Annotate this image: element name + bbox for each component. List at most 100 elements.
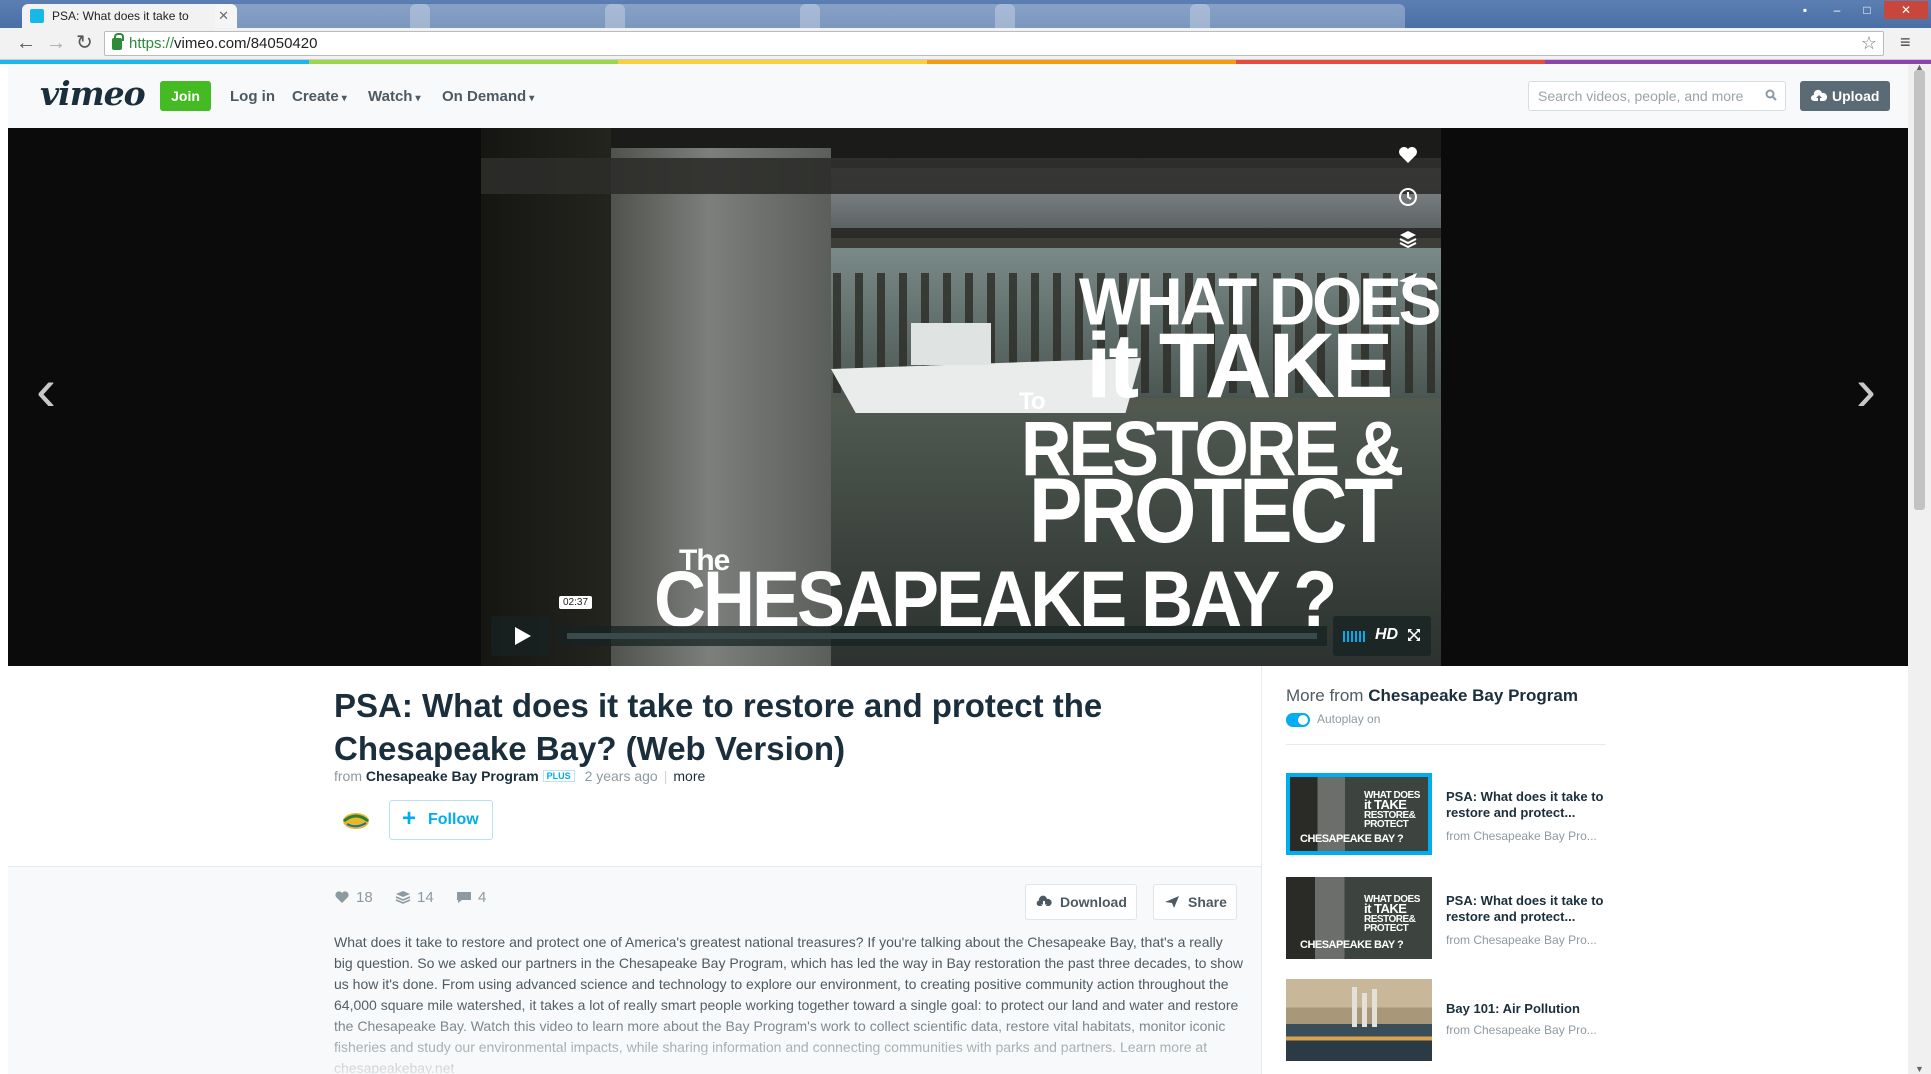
share-button-player[interactable]	[1391, 264, 1425, 298]
divider	[1286, 744, 1606, 745]
upload-age: 2 years ago	[584, 768, 658, 784]
forward-arrow-icon[interactable]: →	[46, 32, 66, 54]
related-video-thumbnail[interactable]	[1286, 979, 1432, 1061]
user-icon[interactable]: ▪	[1790, 1, 1820, 19]
nav-on-demand[interactable]: On Demand ▾	[442, 88, 534, 105]
related-video-title[interactable]: PSA: What does it take to restore and pr…	[1446, 893, 1616, 925]
avatar[interactable]	[338, 801, 374, 837]
close-window-icon[interactable]: ✕	[1884, 1, 1928, 19]
scroll-down-icon[interactable]: ▼	[1915, 1064, 1924, 1074]
nav-create-label: Create	[292, 88, 339, 105]
site-header: vimeo Join Log in Create ▾ Watch ▾ On Dema…	[8, 64, 1908, 128]
video-player[interactable]: WHAT DOES it TAKE To RESTORE & PROTECT T…	[481, 128, 1441, 666]
byline-from: from	[334, 768, 362, 784]
related-video-title[interactable]: Bay 101: Air Pollution	[1446, 1001, 1616, 1017]
related-video-item[interactable]: Bay 101: Air Pollution from Chesapeake B…	[1286, 979, 1616, 1065]
browser-tab[interactable]	[215, 4, 430, 28]
likes-count[interactable]: 18	[334, 889, 373, 906]
plus-badge: PLUS	[542, 770, 575, 782]
plus-icon: +	[402, 805, 417, 832]
hd-toggle[interactable]: HD	[1375, 626, 1398, 644]
stack-icon	[395, 891, 411, 904]
more-from-sidebar: More from Chesapeake Bay Program Autopla…	[1261, 666, 1908, 1074]
nav-create[interactable]: Create ▾	[292, 88, 347, 105]
previous-video-arrow-icon[interactable]: ‹	[36, 360, 56, 420]
more-link[interactable]: more	[673, 768, 705, 784]
related-video-thumbnail[interactable]: WHAT DOES it TAKE RESTORE& PROTECT CHESAPEA…	[1286, 773, 1432, 855]
download-label: Download	[1060, 894, 1127, 910]
minimize-icon[interactable]: –	[1822, 1, 1852, 19]
browser-tab-strip: PSA: What does it take to ✕ ▪ – □ ✕	[0, 0, 1931, 28]
owner-link[interactable]: Chesapeake Bay Program	[366, 768, 539, 784]
follow-button[interactable]: + Follow	[389, 800, 493, 840]
player-controls: 02:37 HD	[491, 596, 1431, 656]
related-video-thumbnail[interactable]: WHAT DOES it TAKE RESTORE& PROTECT CHESAPEA…	[1286, 877, 1432, 959]
download-button[interactable]: Download	[1025, 884, 1137, 920]
nav-on-demand-label: On Demand	[442, 88, 527, 105]
login-link[interactable]: Log in	[230, 88, 275, 105]
autoplay-toggle[interactable]	[1286, 713, 1310, 727]
vimeo-favicon-icon	[30, 9, 44, 23]
browser-menu-icon[interactable]: ≡	[1900, 32, 1911, 53]
overlay-line: PROTECT	[1029, 459, 1393, 562]
autoplay-label: Autoplay on	[1317, 712, 1381, 726]
nav-watch[interactable]: Watch ▾	[368, 88, 420, 105]
paper-plane-icon	[1399, 273, 1417, 290]
url-scheme: https://	[129, 35, 175, 52]
scrollbar-thumb[interactable]	[1914, 70, 1925, 510]
progress-track[interactable]	[567, 633, 1317, 639]
comments-count[interactable]: 4	[456, 889, 486, 906]
collections-button[interactable]	[1391, 222, 1425, 256]
join-button[interactable]: Join	[160, 81, 211, 111]
browser-toolbar: ← → ↻ https://vimeo.com/84050420 ☆ ≡	[0, 28, 1931, 60]
next-video-arrow-icon[interactable]: ›	[1856, 360, 1876, 420]
vimeo-logo[interactable]: vimeo	[40, 74, 146, 113]
related-video-item[interactable]: WHAT DOES it TAKE RESTORE& PROTECT CHESAPEA…	[1286, 773, 1616, 859]
browser-tab[interactable]	[800, 4, 1015, 28]
share-label: Share	[1188, 894, 1227, 910]
like-button[interactable]	[1391, 138, 1425, 172]
browser-tab-title: PSA: What does it take to	[52, 9, 189, 23]
browser-tab[interactable]	[995, 4, 1210, 28]
url-text: https://vimeo.com/84050420	[129, 35, 317, 52]
related-video-owner: from Chesapeake Bay Pro...	[1446, 933, 1597, 947]
browser-tab-active[interactable]: PSA: What does it take to ✕	[22, 4, 237, 28]
heart-icon	[335, 891, 349, 903]
smokestack	[1352, 987, 1357, 1027]
likes-value: 18	[356, 889, 373, 906]
sidebar-title: More from Chesapeake Bay Program	[1286, 686, 1578, 706]
video-description: What does it take to restore and protect…	[334, 934, 1243, 1074]
sidebar-owner-link[interactable]: Chesapeake Bay Program	[1368, 686, 1578, 705]
browser-tab[interactable]	[605, 4, 820, 28]
smokestack	[1362, 993, 1367, 1027]
chevron-down-icon: ▾	[341, 93, 347, 104]
maximize-icon[interactable]: □	[1852, 1, 1882, 19]
bookmark-star-icon[interactable]: ☆	[1861, 33, 1877, 54]
reload-icon[interactable]: ↻	[76, 32, 93, 54]
address-bar[interactable]: https://vimeo.com/84050420 ☆	[104, 31, 1884, 56]
collections-count[interactable]: 14	[395, 889, 434, 906]
search-input[interactable]	[1529, 82, 1755, 110]
thumbnail-text-art: WHAT DOES it TAKE RESTORE& PROTECT	[1364, 790, 1420, 830]
watch-later-button[interactable]	[1391, 180, 1425, 214]
search-box	[1528, 81, 1786, 111]
back-arrow-icon[interactable]: ←	[16, 32, 36, 54]
time-display: 02:37	[559, 596, 593, 609]
volume-icon[interactable]	[1343, 631, 1367, 642]
browser-tab[interactable]	[1190, 4, 1405, 28]
url-path: vimeo.com/84050420	[174, 35, 318, 52]
related-video-title[interactable]: PSA: What does it take to restore and pr…	[1446, 789, 1616, 821]
comments-value: 4	[478, 889, 487, 906]
upload-button[interactable]: Upload	[1800, 81, 1890, 111]
fullscreen-icon[interactable]	[1407, 628, 1421, 642]
player-controls-right: HD	[1333, 616, 1431, 656]
play-button[interactable]	[491, 616, 551, 656]
progress-bar[interactable]	[557, 626, 1327, 646]
thumbnail-text-art: CHESAPEAKE BAY ?	[1300, 939, 1404, 951]
page-scrollbar[interactable]: ▲ ▼	[1908, 62, 1931, 1074]
browser-tab[interactable]	[410, 4, 625, 28]
search-icon[interactable]	[1765, 89, 1777, 101]
related-video-item[interactable]: WHAT DOES it TAKE RESTORE& PROTECT CHESAPEA…	[1286, 877, 1616, 963]
share-button[interactable]: Share	[1153, 884, 1237, 920]
overlay-line: it TAKE	[1086, 315, 1393, 417]
